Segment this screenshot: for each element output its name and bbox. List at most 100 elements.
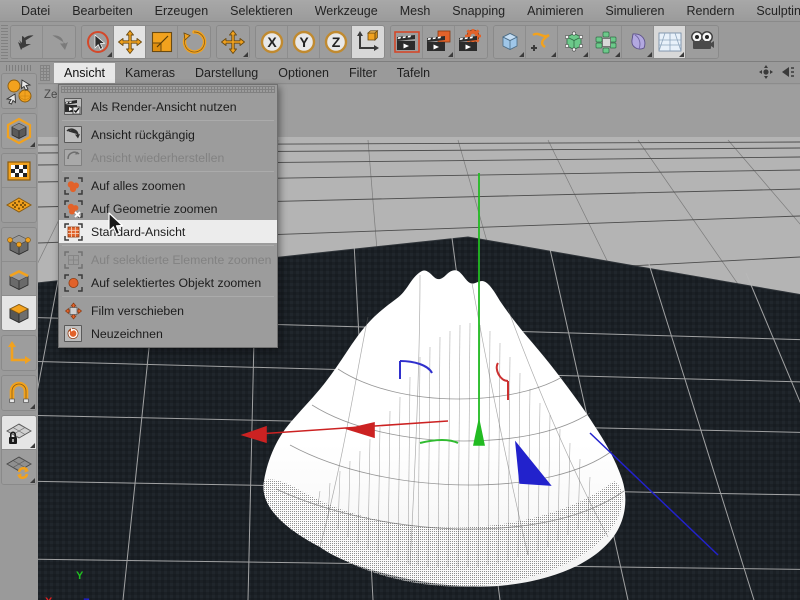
menu-item-auf-alles-zoomen[interactable]: Auf alles zoomen (59, 174, 277, 197)
vp-menu-darstellung[interactable]: Darstellung (185, 63, 268, 83)
viewport-perspective-label: Ze (44, 89, 58, 101)
toolbar-drag-handle[interactable] (1, 24, 8, 59)
spline-button[interactable] (526, 25, 558, 58)
lock-workplane-button[interactable] (2, 416, 36, 450)
rotate-tool-button[interactable] (178, 25, 210, 58)
menu-simulieren[interactable]: Simulieren (594, 0, 675, 22)
polygon-mode-button[interactable] (2, 296, 36, 330)
vp-menu-optionen[interactable]: Optionen (268, 63, 339, 83)
toggle-workplane-button[interactable] (2, 450, 36, 484)
left-toolbar-drag-handle[interactable] (6, 65, 32, 71)
undo-button[interactable] (11, 25, 43, 58)
scale-tool-icon (151, 31, 172, 52)
make-editable-button[interactable] (2, 114, 36, 148)
vp-menu-tafeln[interactable]: Tafeln (387, 63, 440, 83)
axis-mode-group (1, 335, 37, 371)
points-mode-button[interactable] (2, 188, 36, 222)
menu-item-als-render-ansicht-nutzen[interactable]: Als Render-Ansicht nutzen (59, 95, 277, 118)
render-settings-button[interactable] (455, 25, 487, 58)
select-tool-button[interactable] (82, 25, 114, 58)
menu-item-ansicht-rueckgaengig[interactable]: Ansicht rückgängig (59, 123, 277, 146)
menu-item-label: Neuzeichnen (91, 326, 163, 341)
menu-erzeugen[interactable]: Erzeugen (144, 0, 220, 22)
nurbs-generator-button[interactable] (558, 25, 590, 58)
menu-sculpting[interactable]: Sculpting (745, 0, 800, 22)
vp-menu-ansicht[interactable]: Ansicht (54, 62, 115, 83)
viewport-drag-handle[interactable] (40, 64, 50, 81)
main-menu-bar: Datei Bearbeiten Erzeugen Selektieren We… (0, 0, 800, 22)
camera-button[interactable] (686, 25, 718, 58)
menu-animieren[interactable]: Animieren (516, 0, 594, 22)
array-modeling-button[interactable] (590, 25, 622, 58)
point-mode-button[interactable] (2, 228, 36, 262)
gizmo-x-label: X (45, 596, 52, 600)
menu-item-film-verschieben[interactable]: Film verschieben (59, 299, 277, 322)
coordinate-system-button[interactable] (352, 25, 384, 58)
menu-item-label: Auf alles zoomen (91, 178, 186, 193)
menu-item-label: Auf Geometrie zoomen (91, 201, 218, 216)
z-axis-button[interactable]: Z (320, 25, 352, 58)
cube-primitive-button[interactable] (494, 25, 526, 58)
zoom-geometry-icon (63, 199, 83, 218)
menu-werkzeuge[interactable]: Werkzeuge (304, 0, 389, 22)
transform-tools-group (81, 24, 211, 59)
redo-button[interactable] (43, 25, 75, 58)
menu-item-neuzeichnen[interactable]: Neuzeichnen (59, 322, 277, 345)
zoom-view-icon[interactable] (780, 64, 796, 80)
edge-mode-button[interactable] (2, 262, 36, 296)
menu-item-label: Auf selektiertes Objekt zoomen (91, 275, 262, 290)
magnet-snap-button[interactable] (2, 376, 36, 410)
pan-view-icon[interactable] (758, 64, 774, 80)
menu-item-auf-selektierte-elemente-zoomen[interactable]: Auf selektierte Elemente zoomen (59, 248, 277, 271)
menu-bearbeiten[interactable]: Bearbeiten (61, 0, 143, 22)
render-view-button[interactable] (391, 25, 423, 58)
move-tool-button[interactable] (114, 25, 146, 58)
vp-menu-filter[interactable]: Filter (339, 63, 387, 83)
menu-mesh[interactable]: Mesh (389, 0, 442, 22)
y-axis-button[interactable]: Y (288, 25, 320, 58)
snap-group (1, 375, 37, 411)
menu-separator (62, 171, 274, 172)
axis-mode-button[interactable] (2, 336, 36, 370)
axis-lock-group: X Y Z (255, 24, 385, 59)
svg-text:X: X (267, 34, 277, 50)
menu-datei[interactable]: Datei (10, 0, 61, 22)
vp-menu-kameras[interactable]: Kameras (115, 63, 185, 83)
scale-tool-button[interactable] (146, 25, 178, 58)
menu-item-auf-geometrie-zoomen[interactable]: Auf Geometrie zoomen (59, 197, 277, 220)
move-button-2[interactable] (217, 25, 249, 58)
move-tool-icon (117, 29, 142, 54)
texture-mode-icon (7, 160, 31, 181)
viewport-menu-bar: Ansicht Kameras Darstellung Optionen Fil… (38, 62, 800, 84)
live-selection-group (1, 73, 37, 109)
menu-item-label: Standard-Ansicht (91, 224, 186, 239)
menu-separator (62, 245, 274, 246)
deformer-button[interactable] (622, 25, 654, 58)
flyout-corner (30, 404, 35, 409)
z-axis-icon: Z (324, 30, 347, 53)
zoom-all-icon (63, 176, 83, 195)
camera-icon (691, 30, 714, 49)
menu-item-auf-selektiertes-objekt-zoomen[interactable]: Auf selektiertes Objekt zoomen (59, 271, 277, 294)
menu-item-standard-ansicht[interactable]: Standard-Ansicht (59, 220, 277, 243)
render-region-button[interactable] (423, 25, 455, 58)
flyout-corner (30, 142, 35, 147)
menu-snapping[interactable]: Snapping (441, 0, 516, 22)
world-object-coord-icon (357, 29, 379, 51)
dropdown-tear-off-handle[interactable] (61, 86, 275, 93)
menu-rendern[interactable]: Rendern (675, 0, 745, 22)
axis-mode-icon (8, 341, 31, 364)
environment-floor-button[interactable] (654, 25, 686, 58)
x-axis-button[interactable]: X (256, 25, 288, 58)
texture-mode-button[interactable] (2, 154, 36, 188)
flyout-corner (615, 51, 620, 57)
redraw-icon (63, 324, 83, 343)
ansicht-dropdown-menu[interactable]: Als Render-Ansicht nutzen Ansicht rückgä… (58, 84, 278, 348)
live-selection-button[interactable] (2, 74, 36, 108)
menu-item-ansicht-wiederherstellen[interactable]: Ansicht wiederherstellen (59, 146, 277, 169)
component-mode-group (1, 227, 37, 331)
flyout-corner (551, 51, 556, 57)
menu-selektieren[interactable]: Selektieren (219, 0, 304, 22)
point-mode-icon (7, 234, 31, 255)
lock-workplane-group (1, 415, 37, 485)
